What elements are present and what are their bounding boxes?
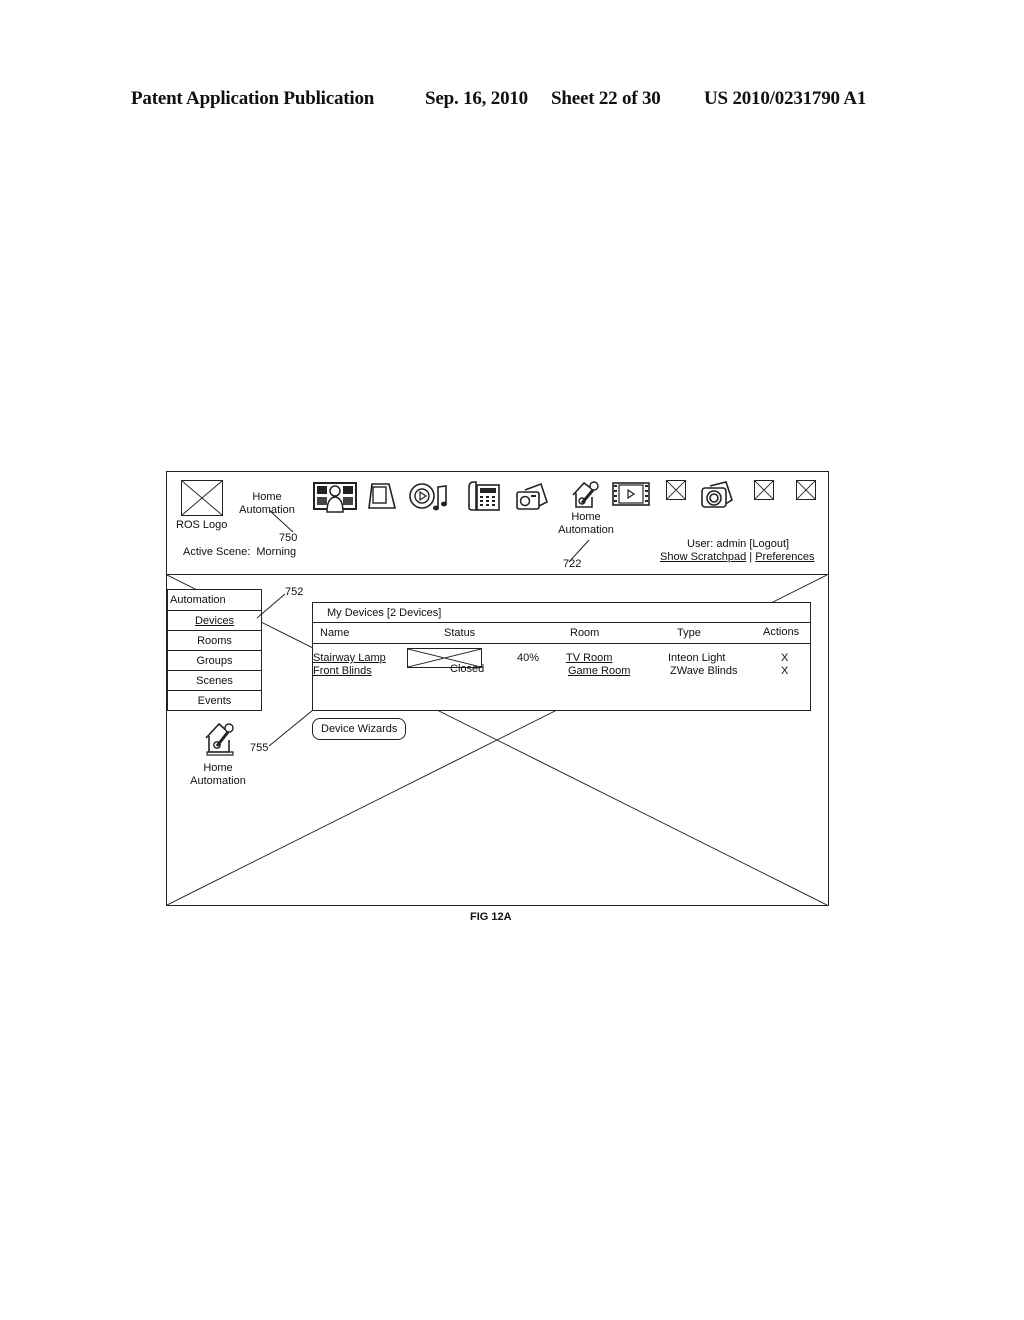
delete-device-button[interactable]: X xyxy=(781,652,788,664)
column-header-status[interactable]: Status xyxy=(444,627,475,639)
sheet-number: Sheet 22 of 30 xyxy=(551,88,661,109)
sidebar-item-events[interactable]: Events xyxy=(168,690,261,710)
column-header-actions[interactable]: Actions xyxy=(763,626,799,638)
panel-title: My Devices [2 Devices] xyxy=(313,603,810,623)
home-automation-icon[interactable] xyxy=(203,720,237,758)
sidebar-item-scenes[interactable]: Scenes xyxy=(168,670,261,690)
sidebar-nav: Automation Devices Rooms Groups Scenes E… xyxy=(167,589,262,711)
photos-icon[interactable] xyxy=(313,481,357,513)
device-status-value: 40% xyxy=(517,652,540,664)
table-row: Front Blinds Closed Game Room ZWave Blin… xyxy=(313,663,810,678)
placeholder-icon[interactable] xyxy=(754,480,774,500)
device-room-link[interactable]: Game Room xyxy=(568,665,630,677)
camera-icon[interactable] xyxy=(700,480,734,510)
sidebar-item-groups[interactable]: Groups xyxy=(168,650,261,670)
user-links: Show Scratchpad | Preferences xyxy=(660,551,815,563)
active-scene: Active Scene: Morning xyxy=(183,546,296,558)
publication-date: Sep. 16, 2010 xyxy=(425,88,528,109)
column-header-type[interactable]: Type xyxy=(677,627,701,639)
active-scene-value[interactable]: Morning xyxy=(256,546,296,558)
sidebar-home-automation-label: Home Automation xyxy=(183,762,253,788)
leader-line-750 xyxy=(268,509,294,533)
top-bar: ROS Logo Home Automation 750 Active Scen… xyxy=(167,472,828,575)
sidebar-item-devices[interactable]: Devices xyxy=(168,610,261,630)
music-icon[interactable] xyxy=(408,481,450,513)
device-name-link[interactable]: Stairway Lamp xyxy=(313,652,386,664)
figure-label: FIG 12A xyxy=(470,911,512,923)
sidebar-header: Automation xyxy=(170,594,226,606)
my-devices-panel: My Devices [2 Devices] Name Status Room … xyxy=(312,602,811,711)
link-separator: | xyxy=(749,551,753,563)
reference-750: 750 xyxy=(279,532,298,544)
home-automation-toolbar-label: Home Automation xyxy=(552,511,620,537)
logo-placeholder-icon xyxy=(181,480,223,516)
tablet-icon[interactable] xyxy=(367,482,397,510)
patent-number: US 2010/0231790 A1 xyxy=(704,88,867,109)
column-header-room[interactable]: Room xyxy=(570,627,599,639)
phone-icon[interactable] xyxy=(467,480,501,512)
sidebar-label-line2: Automation xyxy=(190,775,246,787)
device-type: Inteon Light xyxy=(668,652,726,664)
table-row: Stairway Lamp 40% TV Room Inteon Light X xyxy=(313,648,810,668)
toolbar-label-line2: Automation xyxy=(558,524,614,536)
app-title-line1: Home xyxy=(252,491,282,503)
leader-line-752 xyxy=(256,593,286,619)
sidebar-label-line1: Home xyxy=(203,762,233,774)
toolbar-label-line1: Home xyxy=(571,511,601,523)
placeholder-icon[interactable] xyxy=(666,480,686,500)
delete-device-button[interactable]: X xyxy=(781,665,788,677)
column-header-name[interactable]: Name xyxy=(320,627,349,639)
device-room-link[interactable]: TV Room xyxy=(566,652,612,664)
video-icon[interactable] xyxy=(611,481,651,507)
home-automation-icon[interactable] xyxy=(570,479,602,511)
logo-label: ROS Logo xyxy=(176,519,228,531)
active-scene-label: Active Scene: xyxy=(183,546,251,558)
table-header: Name Status Room Type Actions xyxy=(313,623,810,644)
device-wizards-button[interactable]: Device Wizards xyxy=(312,718,407,740)
ui-mockup-window: ROS Logo Home Automation 750 Active Scen… xyxy=(166,471,829,906)
device-type: ZWave Blinds xyxy=(670,665,738,677)
publication-label: Patent Application Publication xyxy=(131,88,375,109)
user-status[interactable]: User: admin [Logout] xyxy=(687,538,789,550)
reference-722: 722 xyxy=(563,558,582,570)
radio-icon[interactable] xyxy=(515,482,549,512)
leader-line-755 xyxy=(268,709,314,747)
preferences-link[interactable]: Preferences xyxy=(755,551,814,563)
sidebar-item-rooms[interactable]: Rooms xyxy=(168,630,261,650)
reference-755: 755 xyxy=(250,742,269,754)
device-status-value: Closed xyxy=(450,663,485,675)
reference-752: 752 xyxy=(285,586,304,598)
show-scratchpad-link[interactable]: Show Scratchpad xyxy=(660,551,746,563)
placeholder-icon[interactable] xyxy=(796,480,816,500)
device-name-link[interactable]: Front Blinds xyxy=(313,665,372,677)
